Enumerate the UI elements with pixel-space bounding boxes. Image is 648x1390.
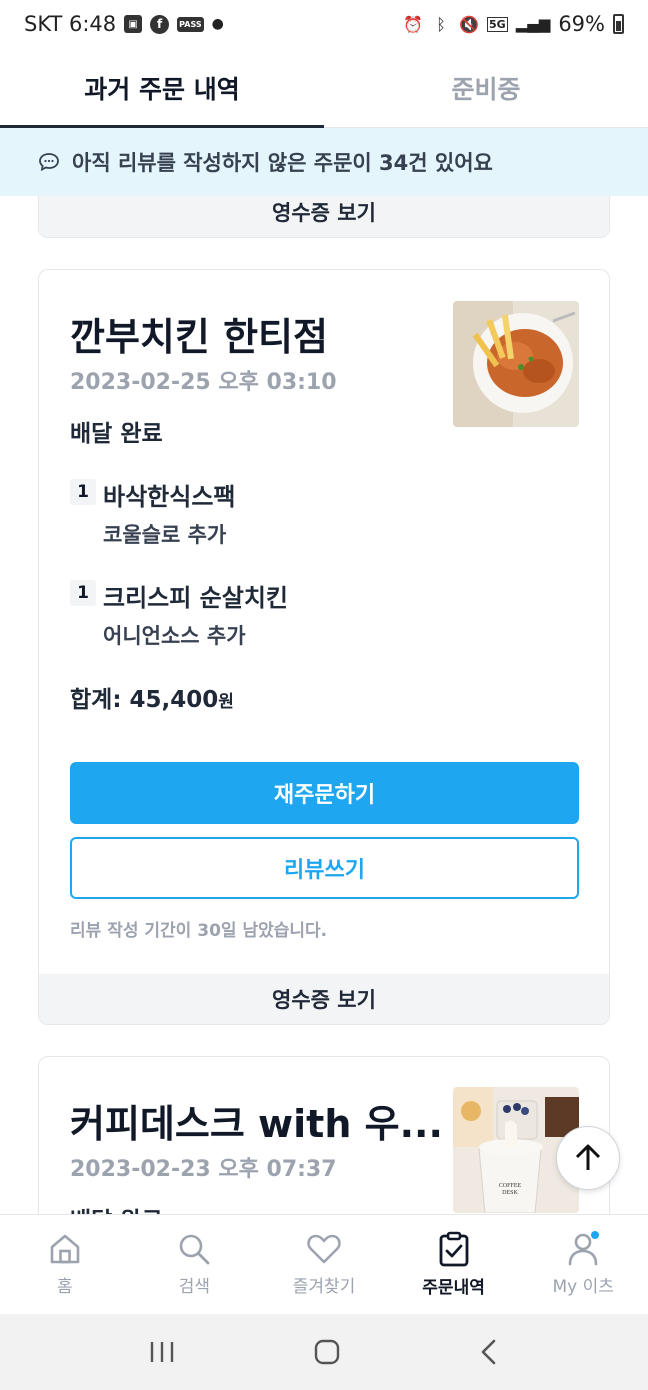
status-bar: SKT 6:48 ▣ f PASS ● ⏰ ᛒ 🔇 5G ▂▄▆ 69% (0, 0, 648, 48)
nav-label: 검색 (178, 1277, 211, 1297)
store-name[interactable]: 커피데스크 with 우... (70, 1093, 443, 1148)
item-name: 바삭한식스팩 (103, 483, 236, 511)
nav-my-eats[interactable]: My 이츠 (518, 1215, 648, 1314)
review-period-note: 리뷰 작성 기간이 30일 남았습니다. (70, 921, 328, 941)
bottom-navigation: 홈 검색 즐겨찾기 주문내역 My 이츠 (0, 1214, 648, 1314)
item-name: 크리스피 순살치킨 (103, 584, 288, 612)
home-button-icon[interactable] (313, 1338, 341, 1366)
alarm-icon: ⏰ (403, 14, 423, 34)
order-date: 2023-02-25 오후 03:10 (70, 370, 337, 395)
scroll-to-top-button[interactable] (556, 1126, 620, 1190)
back-icon[interactable] (479, 1338, 499, 1366)
signal-icon: ▂▄▆ (515, 15, 551, 33)
item-quantity: 1 (70, 580, 96, 606)
nav-label: My 이츠 (552, 1277, 614, 1297)
gallery-icon: ▣ (124, 15, 143, 33)
order-list-icon (439, 1231, 468, 1267)
review-reminder-banner[interactable]: 아직 리뷰를 작성하지 않은 주문이 34건 있어요 (0, 128, 648, 196)
order-card: 깐부치킨 한티점 2023-02-25 오후 03:10 배달 완료 1 바삭한… (38, 269, 610, 1025)
banner-text: 아직 리뷰를 작성하지 않은 주문이 34건 있어요 (72, 151, 493, 175)
order-status: 배달 완료 (70, 1201, 163, 1214)
notification-dot-icon: ● (211, 16, 224, 32)
tab-preparing[interactable]: 준비중 (324, 48, 648, 127)
arrow-up-icon (575, 1144, 601, 1170)
reorder-button[interactable]: 재주문하기 (70, 762, 579, 824)
order-card: 커피데스크 with 우... 2023-02-23 오후 07:37 배달 완… (38, 1056, 610, 1214)
order-status: 배달 완료 (70, 421, 163, 447)
total-value: 45,400 (129, 687, 219, 713)
total-unit: 원 (218, 692, 234, 712)
order-date: 2023-02-23 오후 07:37 (70, 1157, 337, 1182)
item-option: 코울슬로 추가 (103, 523, 227, 547)
status-left: SKT 6:48 ▣ f PASS ● (24, 12, 224, 36)
order-tabs: 과거 주문 내역 준비중 (0, 48, 648, 128)
mute-icon: 🔇 (459, 14, 479, 34)
battery-percent: 69% (558, 12, 605, 36)
battery-icon (613, 14, 624, 34)
nav-orders[interactable]: 주문내역 (389, 1215, 519, 1314)
svg-text:DESK: DESK (502, 1190, 518, 1196)
tab-past-orders[interactable]: 과거 주문 내역 (0, 48, 324, 128)
item-quantity: 1 (70, 479, 96, 505)
chat-bubble-icon (39, 153, 59, 172)
chicken-food-image (453, 301, 579, 427)
item-option: 어니언소스 추가 (103, 624, 246, 648)
search-icon (180, 1234, 210, 1265)
pass-app-icon: PASS (177, 16, 204, 32)
nav-favorites[interactable]: 즐겨찾기 (259, 1215, 389, 1314)
order-list[interactable]: 영수증 보기 깐부치킨 한티점 2023-02-25 오후 03:10 배달 완… (0, 196, 648, 1214)
store-name[interactable]: 깐부치킨 한티점 (70, 306, 328, 361)
bluetooth-icon: ᛒ (436, 14, 446, 34)
nav-label: 즐겨찾기 (292, 1277, 356, 1297)
facebook-icon: f (150, 14, 170, 34)
store-thumbnail[interactable] (453, 301, 579, 427)
write-review-button[interactable]: 리뷰쓰기 (70, 837, 579, 899)
carrier-time: SKT 6:48 (24, 12, 117, 36)
order-card-partial: 영수증 보기 (38, 196, 610, 238)
total-label: 합계: (70, 687, 130, 713)
receipt-button[interactable]: 영수증 보기 (39, 974, 609, 1024)
nav-label: 주문내역 (422, 1278, 485, 1298)
nav-label: 홈 (56, 1277, 73, 1297)
recent-apps-icon[interactable] (149, 1340, 175, 1364)
svg-text:COFFEE: COFFEE (499, 1183, 522, 1189)
system-navigation-bar (0, 1314, 648, 1390)
network-type: 5G (487, 16, 508, 32)
nav-home[interactable]: 홈 (0, 1215, 130, 1314)
heart-icon (307, 1234, 341, 1264)
receipt-button[interactable]: 영수증 보기 (39, 196, 609, 237)
nav-search[interactable]: 검색 (130, 1215, 260, 1314)
home-icon (50, 1234, 80, 1264)
status-right: ⏰ ᛒ 🔇 5G ▂▄▆ 69% (403, 12, 624, 36)
order-total: 합계: 45,400원 (70, 680, 234, 714)
